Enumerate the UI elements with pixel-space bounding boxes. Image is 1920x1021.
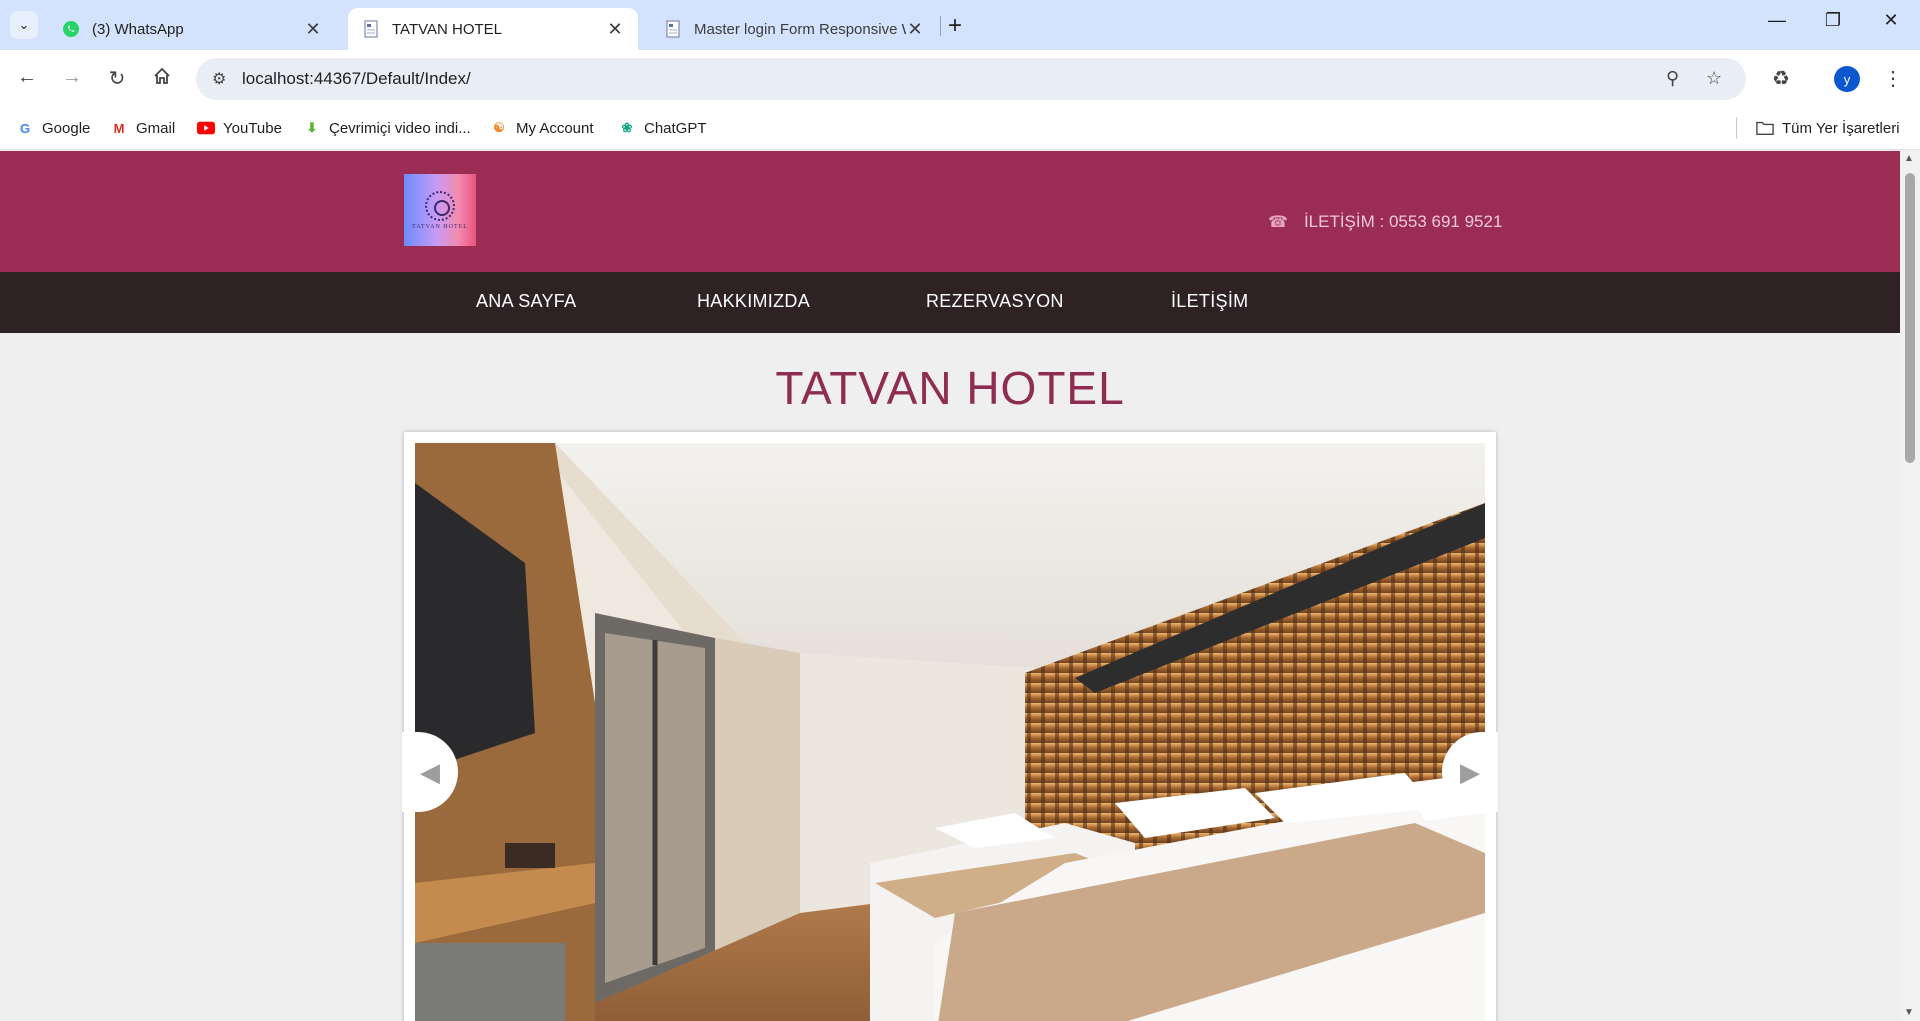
close-window-button[interactable]: ✕ — [1876, 10, 1906, 31]
puzzle-icon: ♻ — [1772, 68, 1790, 90]
triangle-left-icon: ◀ — [420, 756, 440, 787]
nav-item-about[interactable]: HAKKIMIZDA — [697, 291, 810, 312]
restore-button[interactable]: ❐ — [1818, 10, 1848, 31]
nav-item-contact[interactable]: İLETİŞİM — [1171, 291, 1248, 312]
gmail-icon: M — [113, 120, 125, 136]
back-button[interactable]: ← — [12, 66, 42, 89]
contact-phone-text: İLETİŞİM : 0553 691 9521 — [1303, 212, 1503, 231]
page-viewport: TATVAN HOTEL ☎ İLETİŞİM : 0553 691 9521 … — [0, 151, 1900, 1021]
chatgpt-icon: ❀ — [621, 120, 633, 135]
url-text[interactable]: localhost:44367/Default/Index/ — [242, 69, 471, 89]
whatsapp-icon — [63, 21, 79, 37]
bookmark-label: Çevrimiçi video indi... — [329, 119, 471, 137]
phone-icon: ☎ — [1268, 214, 1288, 231]
plus-icon: + — [948, 12, 963, 39]
hotel-room-photo — [415, 443, 1485, 1021]
account-icon: ☯ — [493, 120, 505, 135]
back-arrow-icon: ← — [17, 66, 37, 88]
bookmark-gmail[interactable]: M Gmail — [110, 119, 176, 137]
image-slider: ◀ ▶ — [402, 432, 1498, 1021]
extensions-button[interactable]: ♻ — [1766, 66, 1796, 91]
forward-arrow-icon: → — [62, 66, 82, 88]
tab-whatsapp[interactable]: (3) WhatsApp ✕ — [48, 8, 336, 50]
bookmark-label: Tüm Yer İşaretleri — [1782, 119, 1900, 137]
scrollbar-thumb[interactable] — [1905, 173, 1915, 463]
home-button[interactable] — [147, 66, 177, 92]
profile-avatar[interactable]: y — [1834, 66, 1860, 92]
page-icon — [666, 20, 680, 38]
address-bar[interactable]: ⚙ localhost:44367/Default/Index/ ⚲ ☆ — [196, 58, 1746, 100]
home-icon — [154, 67, 170, 84]
nav-item-reservation[interactable]: REZERVASYON — [926, 291, 1064, 312]
forward-button[interactable]: → — [57, 66, 87, 89]
logo-text: TATVAN HOTEL — [412, 223, 468, 230]
download-icon: ⬇ — [306, 120, 318, 135]
browser-tab-strip: ⌄ (3) WhatsApp ✕ TATVAN HOTEL ✕ Master l… — [0, 0, 1920, 50]
hotel-room-image — [415, 443, 1485, 1021]
nav-item-home[interactable]: ANA SAYFA — [476, 291, 576, 312]
bookmark-label: Google — [42, 119, 91, 137]
bookmark-youtube[interactable]: YouTube — [197, 119, 282, 137]
triangle-right-icon: ▶ — [1460, 756, 1480, 787]
chevron-down-icon: ⌄ — [18, 17, 30, 32]
kebab-menu-icon: ⋮ — [1883, 68, 1903, 90]
tab-tatvan-hotel[interactable]: TATVAN HOTEL ✕ — [348, 8, 638, 50]
tab-separator — [940, 16, 941, 36]
youtube-icon — [197, 119, 215, 137]
main-navigation: ANA SAYFA HAKKIMIZDA REZERVASYON İLETİŞİ… — [0, 272, 1900, 333]
page-title: TATVAN HOTEL — [775, 362, 1125, 414]
zoom-icon[interactable]: ⚲ — [1666, 68, 1679, 89]
minimize-button[interactable]: — — [1762, 10, 1792, 31]
bookmark-google[interactable]: G Google — [16, 119, 90, 137]
bookmarks-bar: G Google M Gmail YouTube ⬇ Çevrimiçi vid… — [0, 108, 1920, 150]
folder-icon — [1756, 119, 1774, 137]
bookmark-label: YouTube — [223, 119, 282, 137]
bookmark-star-icon[interactable]: ☆ — [1706, 68, 1722, 89]
google-icon: G — [19, 120, 31, 136]
mandala-icon — [425, 190, 455, 221]
bookmark-label: My Account — [516, 119, 594, 137]
bookmark-video-download[interactable]: ⬇ Çevrimiçi video indi... — [303, 119, 471, 137]
site-header: TATVAN HOTEL ☎ İLETİŞİM : 0553 691 9521 — [0, 151, 1900, 272]
tab-title: Master login Form Responsive W — [694, 20, 906, 38]
minimize-icon: — — [1768, 10, 1786, 30]
bookmark-label: Gmail — [136, 119, 176, 137]
bookmark-label: ChatGPT — [644, 119, 707, 137]
reload-icon: ↻ — [108, 68, 126, 90]
site-info-icon[interactable]: ⚙ — [212, 69, 232, 89]
new-tab-button[interactable]: + — [948, 12, 962, 40]
tab-title: (3) WhatsApp — [92, 20, 184, 38]
scroll-up-icon[interactable]: ▲ — [1904, 153, 1914, 164]
all-bookmarks-button[interactable]: Tüm Yer İşaretleri — [1756, 119, 1900, 137]
close-icon[interactable]: ✕ — [304, 19, 322, 40]
restore-icon: ❐ — [1824, 10, 1842, 30]
close-icon[interactable]: ✕ — [606, 19, 624, 40]
scroll-down-icon[interactable]: ▼ — [1904, 1007, 1914, 1018]
page-scrollbar[interactable]: ▲ ▼ — [1900, 151, 1920, 1021]
header-contact: ☎ İLETİŞİM : 0553 691 9521 — [1268, 212, 1502, 232]
tab-search-button[interactable]: ⌄ — [10, 11, 38, 39]
reload-button[interactable]: ↻ — [102, 66, 132, 91]
page-icon — [364, 20, 378, 38]
close-icon: ✕ — [1883, 10, 1899, 30]
tab-title: TATVAN HOTEL — [392, 20, 503, 38]
bookmark-my-account[interactable]: ☯ My Account — [490, 119, 594, 137]
hotel-logo[interactable]: TATVAN HOTEL — [404, 174, 476, 246]
bookmarks-separator — [1736, 117, 1737, 139]
tab-master-login[interactable]: Master login Form Responsive W ✕ — [650, 8, 938, 50]
close-icon[interactable]: ✕ — [906, 19, 924, 40]
browser-toolbar: ← → ↻ ⚙ localhost:44367/Default/Index/ ⚲… — [0, 50, 1920, 108]
bookmark-chatgpt[interactable]: ❀ ChatGPT — [618, 119, 707, 137]
menu-button[interactable]: ⋮ — [1878, 66, 1908, 91]
